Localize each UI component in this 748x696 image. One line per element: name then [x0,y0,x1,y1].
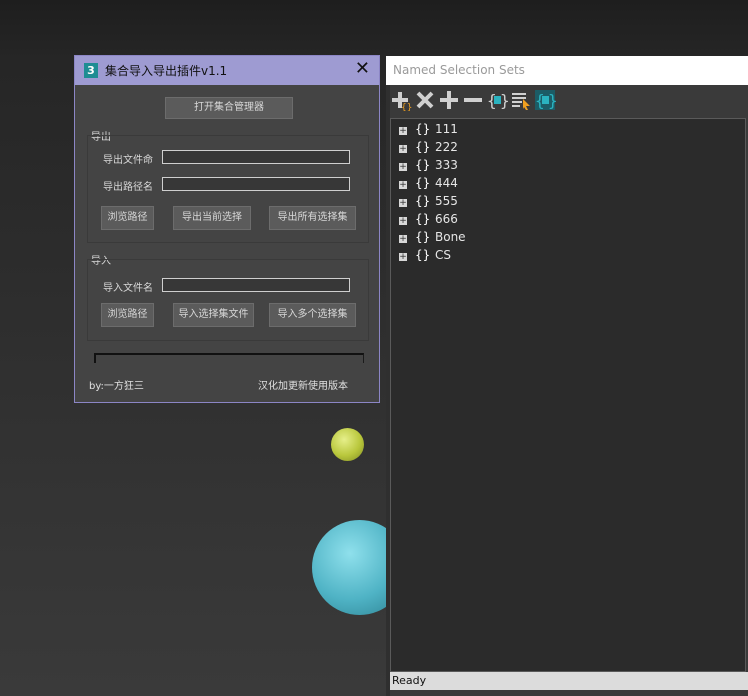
import-file-name-label: 导入文件名 [103,283,153,294]
tree-item-label: 333 [435,158,458,172]
dialog-title-bar[interactable]: 3 集合导入导出插件v1.1 ✕ [75,56,379,85]
dialog-title: 集合导入导出插件v1.1 [105,64,228,78]
export-all-button[interactable]: 导出所有选择集 [269,206,356,230]
nss-title: Named Selection Sets [393,63,525,77]
viewport-sphere-yellow[interactable] [331,428,364,461]
tree-item-label: Bone [435,230,466,244]
expand-icon[interactable]: + [399,217,407,226]
expand-icon[interactable]: + [399,199,407,208]
tree-item-label: 444 [435,176,458,190]
export-path-label: 导出路径名 [103,182,153,193]
selection-set-icon: {} [415,212,431,226]
svg-text:{}: {} [401,103,412,111]
selection-set-icon: {} [415,158,431,172]
selection-set-icon: {} [415,248,431,262]
tree-item-label: 555 [435,194,458,208]
tree-item-label: 666 [435,212,458,226]
export-path-field[interactable] [162,177,350,191]
status-text: Ready [392,674,427,687]
selection-set-tree[interactable]: + {} 111 + {} 222 + {} 333 + {} 444 + {}… [390,118,746,672]
selection-set-icon: {} [415,194,431,208]
app-icon: 3 [84,63,98,78]
add-objects-icon[interactable] [438,89,460,111]
import-export-dialog: 3 集合导入导出插件v1.1 ✕ 打开集合管理器 导出 导出文件命 导出路径名 … [74,55,380,403]
status-bar: Ready [390,672,748,690]
import-group [87,259,369,341]
progress-bar [94,353,364,363]
expand-icon[interactable]: + [399,253,407,262]
open-manager-button[interactable]: 打开集合管理器 [165,97,293,119]
expand-icon[interactable]: + [399,181,407,190]
svg-text:}: } [548,91,556,110]
selection-set-icon: {} [415,176,431,190]
export-file-name-label: 导出文件命 [103,155,153,166]
import-file-button[interactable]: 导入选择集文件 [173,303,254,327]
author-label: by:一方狂三 [89,381,144,392]
named-selection-sets-window: Named Selection Sets {} { } { [386,56,748,696]
remove-objects-icon[interactable] [462,89,484,111]
export-current-button[interactable]: 导出当前选择 [173,206,251,230]
import-multiple-button[interactable]: 导入多个选择集 [269,303,356,327]
close-icon[interactable]: ✕ [355,59,370,79]
version-note: 汉化加更新使用版本 [258,381,348,392]
select-objects-by-name-icon[interactable] [510,89,532,111]
create-set-icon[interactable]: {} [390,89,412,111]
export-browse-button[interactable]: 浏览路径 [101,206,154,230]
selection-set-icon: {} [415,230,431,244]
expand-icon[interactable]: + [399,145,407,154]
expand-icon[interactable]: + [399,235,407,244]
tree-item-label: 222 [435,140,458,154]
tree-item-label: CS [435,248,451,262]
selection-set-icon: {} [415,140,431,154]
expand-icon[interactable]: + [399,163,407,172]
nss-title-bar[interactable]: Named Selection Sets [386,56,748,85]
expand-icon[interactable]: + [399,127,407,136]
import-browse-button[interactable]: 浏览路径 [101,303,154,327]
selection-set-icon: {} [415,122,431,136]
highlight-selected-icon[interactable]: { } [534,89,556,111]
select-objects-in-set-icon[interactable]: { } [486,89,508,111]
tree-item-label: 111 [435,122,458,136]
import-file-name-field[interactable] [162,278,350,292]
export-file-name-field[interactable] [162,150,350,164]
svg-text:}: } [500,91,508,110]
delete-icon[interactable] [414,89,436,111]
